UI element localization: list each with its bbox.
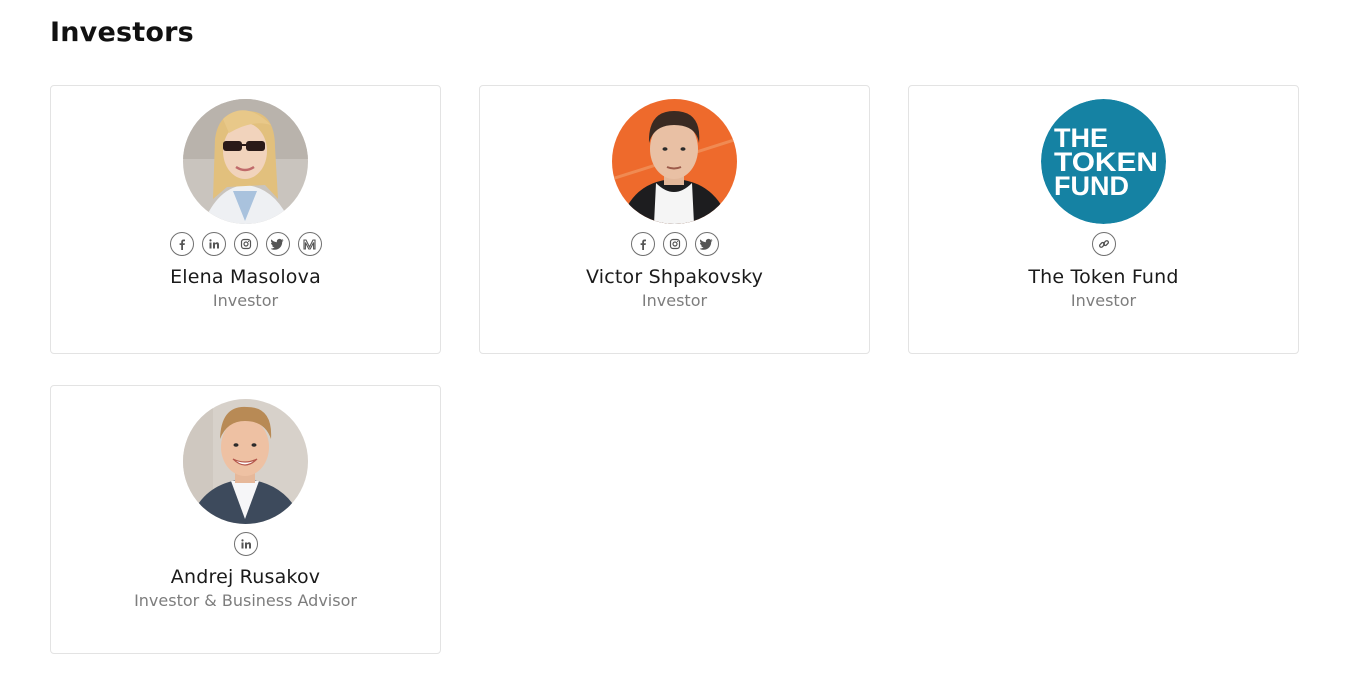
investor-role: Investor & Business Advisor	[134, 591, 357, 610]
investor-role: Investor	[1070, 291, 1137, 310]
link-icon[interactable]	[1091, 232, 1116, 256]
investor-name: Elena Masolova	[170, 266, 321, 288]
instagram-icon[interactable]	[233, 232, 258, 256]
investor-card: Andrej Rusakov Investor & Business Advis…	[50, 385, 441, 654]
page-title: Investors	[50, 17, 194, 48]
avatar	[183, 99, 308, 224]
investor-role: Investor	[212, 291, 279, 310]
twitter-icon[interactable]	[694, 232, 719, 256]
social-links	[51, 232, 440, 256]
twitter-icon[interactable]	[265, 232, 290, 256]
investor-name: Victor Shpakovsky	[585, 266, 764, 288]
investor-role: Investor	[641, 291, 708, 310]
investor-name: The Token Fund	[1028, 266, 1179, 288]
investor-card: THE TOKEN FUND The Token Fund Investor	[908, 85, 1299, 354]
investor-card: Victor Shpakovsky Investor	[479, 85, 870, 354]
social-links	[480, 232, 869, 256]
social-links	[909, 232, 1298, 256]
token-fund-logo: THE TOKEN FUND	[1041, 99, 1166, 224]
linkedin-icon[interactable]	[233, 532, 258, 556]
facebook-icon[interactable]	[630, 232, 655, 256]
avatar	[612, 99, 737, 224]
instagram-icon[interactable]	[662, 232, 687, 256]
avatar	[183, 399, 308, 524]
social-links	[51, 532, 440, 556]
medium-icon[interactable]	[297, 232, 322, 256]
investors-grid: Elena Masolova Investor Victor Shpakovsk…	[50, 85, 1299, 654]
investor-card: Elena Masolova Investor	[50, 85, 441, 354]
linkedin-icon[interactable]	[201, 232, 226, 256]
facebook-icon[interactable]	[169, 232, 194, 256]
investor-name: Andrej Rusakov	[170, 566, 321, 588]
logo-text-line: FUND	[1054, 171, 1129, 201]
